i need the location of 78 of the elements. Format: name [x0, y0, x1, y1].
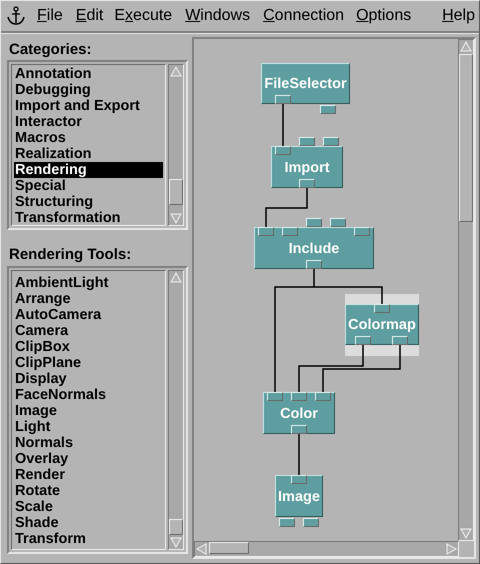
tool-item[interactable]: ClipPlane	[14, 355, 163, 371]
category-item[interactable]: Structuring	[14, 194, 163, 210]
port-tab[interactable]	[291, 475, 307, 484]
module-label: FileSelector	[264, 75, 347, 92]
category-item[interactable]: Transformation	[14, 210, 163, 226]
tool-item[interactable]: Camera	[14, 323, 163, 339]
port-tab[interactable]	[299, 179, 315, 188]
port-tab[interactable]	[323, 137, 339, 146]
module-label: Color	[280, 404, 318, 422]
tool-item[interactable]: AmbientLight	[14, 275, 163, 291]
list-title: Categories:	[8, 40, 92, 60]
tool-item[interactable]: Scale	[14, 499, 163, 515]
menu-item[interactable]: Options	[356, 7, 412, 25]
port-tab[interactable]	[306, 260, 322, 269]
port-tab[interactable]	[355, 336, 371, 345]
tool-item[interactable]: Shade	[14, 515, 163, 531]
anchor-icon[interactable]	[7, 6, 25, 26]
port-tab[interactable]	[320, 105, 336, 114]
port-tab[interactable]	[291, 425, 307, 434]
tool-item[interactable]: Render	[14, 467, 163, 483]
vertical-scrollbar[interactable]	[458, 39, 474, 541]
port-tab[interactable]	[275, 95, 291, 104]
category-item[interactable]: Debugging	[14, 82, 163, 98]
category-item[interactable]: Special	[14, 178, 163, 194]
tool-item[interactable]: Rotate	[14, 483, 163, 499]
scroll-thumb[interactable]	[169, 179, 183, 205]
category-list[interactable]: Annotation Debugging Import and Export Interactor Macros Realization Rendering Special Structuring Transformation	[11, 64, 166, 226]
port-tab[interactable]	[315, 392, 331, 401]
category-item[interactable]: Import and Export	[14, 98, 163, 114]
tool-item[interactable]: AutoCamera	[14, 307, 163, 323]
menu-item[interactable]: Help	[442, 7, 475, 25]
category-item[interactable]: Interactor	[14, 114, 163, 130]
port-tab[interactable]	[303, 518, 319, 527]
tool-item[interactable]: Overlay	[14, 451, 163, 467]
port-tab[interactable]	[258, 227, 274, 236]
tool-item[interactable]: ClipBox	[14, 339, 163, 355]
category-item[interactable]: Annotation	[14, 66, 163, 82]
port-tab[interactable]	[330, 218, 346, 227]
port-tab[interactable]	[275, 146, 291, 155]
menu-item[interactable]: Windows	[185, 7, 250, 25]
port-tab[interactable]	[306, 218, 322, 227]
tool-item[interactable]: FaceNormals	[14, 387, 163, 403]
module-label: Import	[284, 158, 330, 176]
connection-wire	[265, 188, 308, 227]
module-label: Image	[278, 488, 320, 504]
vertical-scrollbar[interactable]	[168, 64, 184, 226]
connection-wire	[282, 104, 284, 146]
horizontal-scrollbar[interactable]	[194, 541, 459, 557]
scroll-thumb[interactable]	[459, 54, 473, 222]
menu-item[interactable]: Connection	[263, 7, 344, 25]
tool-item[interactable]: Normals	[14, 435, 163, 451]
connection-wire	[298, 434, 300, 475]
menu-item[interactable]: Execute	[114, 7, 172, 25]
vertical-scrollbar[interactable]	[168, 270, 184, 550]
category-item[interactable]: Macros	[14, 130, 163, 146]
port-tab[interactable]	[392, 336, 408, 345]
port-tab[interactable]	[354, 227, 370, 236]
port-tab[interactable]	[282, 227, 298, 236]
category-item[interactable]: Rendering	[14, 162, 163, 178]
port-tab[interactable]	[291, 392, 307, 401]
category-item[interactable]: Realization	[14, 146, 163, 162]
port-tab[interactable]	[374, 304, 390, 313]
tool-item[interactable]: Arrange	[14, 291, 163, 307]
tool-item[interactable]: Light	[14, 419, 163, 435]
module-label: Include	[288, 240, 340, 256]
scroll-thumb[interactable]	[169, 519, 183, 535]
menu-item[interactable]: Edit	[76, 7, 104, 25]
scroll-thumb[interactable]	[209, 542, 249, 554]
port-tab[interactable]	[279, 518, 295, 527]
tool-item[interactable]: Transform	[14, 531, 163, 547]
port-tab[interactable]	[267, 392, 283, 401]
module-label: Colormap	[348, 316, 416, 333]
tool-item[interactable]: Image	[14, 403, 163, 419]
tool-list[interactable]: AmbientLight Arrange AutoCamera Camera ClipBox ClipPlane Display FaceNormals Image Light Normals Overlay Render Rotate Scale Shade Transform	[11, 270, 166, 550]
tool-item[interactable]: Display	[14, 371, 163, 387]
port-tab[interactable]	[299, 137, 315, 146]
list-title: Rendering Tools:	[8, 245, 132, 265]
menu-item[interactable]: File	[37, 7, 63, 25]
